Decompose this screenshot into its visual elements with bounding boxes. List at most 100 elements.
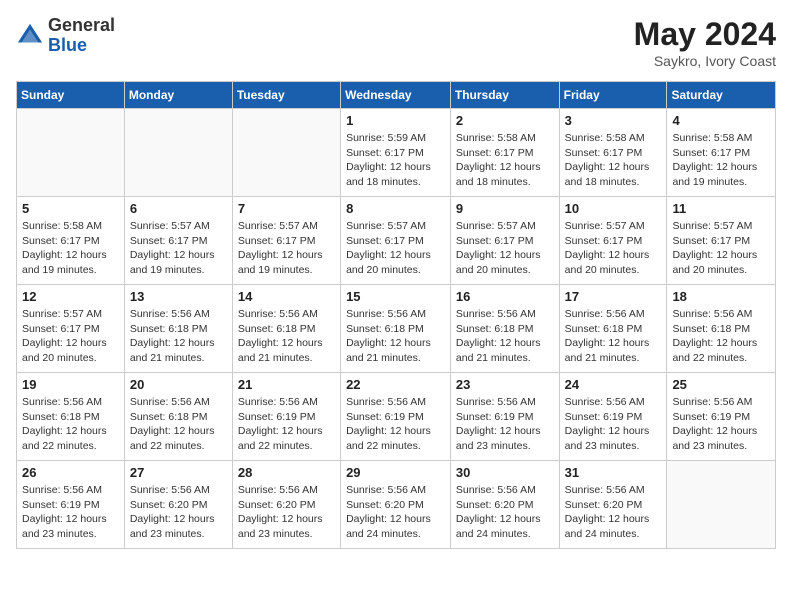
day-info: Sunrise: 5:56 AM Sunset: 6:18 PM Dayligh… <box>672 307 770 366</box>
day-info: Sunrise: 5:57 AM Sunset: 6:17 PM Dayligh… <box>238 219 335 278</box>
calendar-cell: 6Sunrise: 5:57 AM Sunset: 6:17 PM Daylig… <box>124 197 232 285</box>
calendar-cell: 21 Sunrise: 5:56 AM Sunset: 6:19 PM Dayli… <box>232 373 340 461</box>
day-number: 5 <box>22 201 119 216</box>
calendar-cell: 15 Sunrise: 5:56 AM Sunset: 6:18 PM Dayli… <box>341 285 451 373</box>
day-number: 4 <box>672 113 770 128</box>
day-number: 8 <box>346 201 445 216</box>
calendar-cell: 29 Sunrise: 5:56 AM Sunset: 6:20 PM Dayli… <box>341 461 451 549</box>
day-info: Sunrise: 5:57 AM Sunset: 6:17 PM Dayligh… <box>456 219 554 278</box>
calendar-cell: 13Sunrise: 5:56 AM Sunset: 6:18 PM Dayli… <box>124 285 232 373</box>
day-number: 24 <box>565 377 662 392</box>
day-info: Sunrise: 5:56 AM Sunset: 6:20 PM Dayligh… <box>565 483 662 542</box>
day-number: 19 <box>22 377 119 392</box>
day-info: Sunrise: 5:57 AM Sunset: 6:17 PM Dayligh… <box>346 219 445 278</box>
calendar-cell <box>17 109 125 197</box>
calendar-cell: 10Sunrise: 5:57 AM Sunset: 6:17 PM Dayli… <box>559 197 667 285</box>
day-number: 2 <box>456 113 554 128</box>
month-year-title: May 2024 <box>634 16 776 53</box>
calendar-cell: 8 Sunrise: 5:57 AM Sunset: 6:17 PM Daylig… <box>341 197 451 285</box>
calendar-week-row: 26 Sunrise: 5:56 AM Sunset: 6:19 PM Dayli… <box>17 461 776 549</box>
day-info: Sunrise: 5:56 AM Sunset: 6:18 PM Dayligh… <box>346 307 445 366</box>
calendar-cell: 20 Sunrise: 5:56 AM Sunset: 6:18 PM Dayli… <box>124 373 232 461</box>
calendar-cell: 14 Sunrise: 5:56 AM Sunset: 6:18 PM Dayli… <box>232 285 340 373</box>
calendar-week-row: 1Sunrise: 5:59 AM Sunset: 6:17 PM Daylig… <box>17 109 776 197</box>
day-info: Sunrise: 5:56 AM Sunset: 6:19 PM Dayligh… <box>346 395 445 454</box>
day-info: Sunrise: 5:56 AM Sunset: 6:18 PM Dayligh… <box>130 395 227 454</box>
calendar-cell: 11Sunrise: 5:57 AM Sunset: 6:17 PM Dayli… <box>667 197 776 285</box>
day-info: Sunrise: 5:56 AM Sunset: 6:19 PM Dayligh… <box>238 395 335 454</box>
calendar-cell: 4Sunrise: 5:58 AM Sunset: 6:17 PM Daylig… <box>667 109 776 197</box>
calendar-week-row: 19 Sunrise: 5:56 AM Sunset: 6:18 PM Dayli… <box>17 373 776 461</box>
day-info: Sunrise: 5:56 AM Sunset: 6:18 PM Dayligh… <box>565 307 662 366</box>
logo-blue: Blue <box>48 36 115 56</box>
day-info: Sunrise: 5:58 AM Sunset: 6:17 PM Dayligh… <box>22 219 119 278</box>
calendar-cell: 22Sunrise: 5:56 AM Sunset: 6:19 PM Dayli… <box>341 373 451 461</box>
header-wednesday: Wednesday <box>341 82 451 109</box>
day-number: 18 <box>672 289 770 304</box>
calendar-week-row: 12Sunrise: 5:57 AM Sunset: 6:17 PM Dayli… <box>17 285 776 373</box>
calendar-cell <box>667 461 776 549</box>
calendar-cell: 23Sunrise: 5:56 AM Sunset: 6:19 PM Dayli… <box>450 373 559 461</box>
header-tuesday: Tuesday <box>232 82 340 109</box>
day-info: Sunrise: 5:56 AM Sunset: 6:18 PM Dayligh… <box>456 307 554 366</box>
calendar-cell: 18 Sunrise: 5:56 AM Sunset: 6:18 PM Dayli… <box>667 285 776 373</box>
day-number: 14 <box>238 289 335 304</box>
day-info: Sunrise: 5:56 AM Sunset: 6:20 PM Dayligh… <box>346 483 445 542</box>
day-number: 29 <box>346 465 445 480</box>
logo-icon <box>16 22 44 50</box>
calendar-cell: 31 Sunrise: 5:56 AM Sunset: 6:20 PM Dayli… <box>559 461 667 549</box>
day-info: Sunrise: 5:56 AM Sunset: 6:19 PM Dayligh… <box>565 395 662 454</box>
title-block: May 2024 Saykro, Ivory Coast <box>634 16 776 69</box>
day-number: 7 <box>238 201 335 216</box>
day-info: Sunrise: 5:58 AM Sunset: 6:17 PM Dayligh… <box>456 131 554 190</box>
calendar-cell: 7 Sunrise: 5:57 AM Sunset: 6:17 PM Daylig… <box>232 197 340 285</box>
day-number: 30 <box>456 465 554 480</box>
day-number: 13 <box>130 289 227 304</box>
day-number: 21 <box>238 377 335 392</box>
day-info: Sunrise: 5:56 AM Sunset: 6:20 PM Dayligh… <box>238 483 335 542</box>
header-friday: Friday <box>559 82 667 109</box>
day-number: 27 <box>130 465 227 480</box>
calendar-cell: 16Sunrise: 5:56 AM Sunset: 6:18 PM Dayli… <box>450 285 559 373</box>
day-info: Sunrise: 5:58 AM Sunset: 6:17 PM Dayligh… <box>565 131 662 190</box>
calendar-cell: 17 Sunrise: 5:56 AM Sunset: 6:18 PM Dayli… <box>559 285 667 373</box>
logo: General Blue <box>16 16 115 56</box>
day-number: 11 <box>672 201 770 216</box>
day-info: Sunrise: 5:57 AM Sunset: 6:17 PM Dayligh… <box>130 219 227 278</box>
day-number: 20 <box>130 377 227 392</box>
logo-text: General Blue <box>48 16 115 56</box>
day-number: 15 <box>346 289 445 304</box>
day-number: 26 <box>22 465 119 480</box>
day-info: Sunrise: 5:56 AM Sunset: 6:19 PM Dayligh… <box>672 395 770 454</box>
day-info: Sunrise: 5:56 AM Sunset: 6:18 PM Dayligh… <box>238 307 335 366</box>
page-header: General Blue May 2024 Saykro, Ivory Coas… <box>16 16 776 69</box>
calendar-cell: 5 Sunrise: 5:58 AM Sunset: 6:17 PM Daylig… <box>17 197 125 285</box>
calendar-cell: 24 Sunrise: 5:56 AM Sunset: 6:19 PM Dayli… <box>559 373 667 461</box>
calendar-cell <box>232 109 340 197</box>
calendar-cell: 27Sunrise: 5:56 AM Sunset: 6:20 PM Dayli… <box>124 461 232 549</box>
day-number: 9 <box>456 201 554 216</box>
day-number: 31 <box>565 465 662 480</box>
calendar-cell: 9 Sunrise: 5:57 AM Sunset: 6:17 PM Daylig… <box>450 197 559 285</box>
calendar-week-row: 5 Sunrise: 5:58 AM Sunset: 6:17 PM Daylig… <box>17 197 776 285</box>
day-info: Sunrise: 5:56 AM Sunset: 6:19 PM Dayligh… <box>456 395 554 454</box>
day-info: Sunrise: 5:56 AM Sunset: 6:19 PM Dayligh… <box>22 483 119 542</box>
calendar-body: 1Sunrise: 5:59 AM Sunset: 6:17 PM Daylig… <box>17 109 776 549</box>
calendar-cell: 2 Sunrise: 5:58 AM Sunset: 6:17 PM Daylig… <box>450 109 559 197</box>
day-number: 3 <box>565 113 662 128</box>
calendar-cell: 25Sunrise: 5:56 AM Sunset: 6:19 PM Dayli… <box>667 373 776 461</box>
day-number: 17 <box>565 289 662 304</box>
calendar-cell: 30Sunrise: 5:56 AM Sunset: 6:20 PM Dayli… <box>450 461 559 549</box>
header-saturday: Saturday <box>667 82 776 109</box>
day-number: 10 <box>565 201 662 216</box>
calendar-cell <box>124 109 232 197</box>
header-thursday: Thursday <box>450 82 559 109</box>
calendar-table: Sunday Monday Tuesday Wednesday Thursday… <box>16 81 776 549</box>
day-number: 1 <box>346 113 445 128</box>
calendar-cell: 1Sunrise: 5:59 AM Sunset: 6:17 PM Daylig… <box>341 109 451 197</box>
day-number: 28 <box>238 465 335 480</box>
header-monday: Monday <box>124 82 232 109</box>
location-subtitle: Saykro, Ivory Coast <box>634 53 776 69</box>
calendar-cell: 3 Sunrise: 5:58 AM Sunset: 6:17 PM Daylig… <box>559 109 667 197</box>
weekday-header-row: Sunday Monday Tuesday Wednesday Thursday… <box>17 82 776 109</box>
